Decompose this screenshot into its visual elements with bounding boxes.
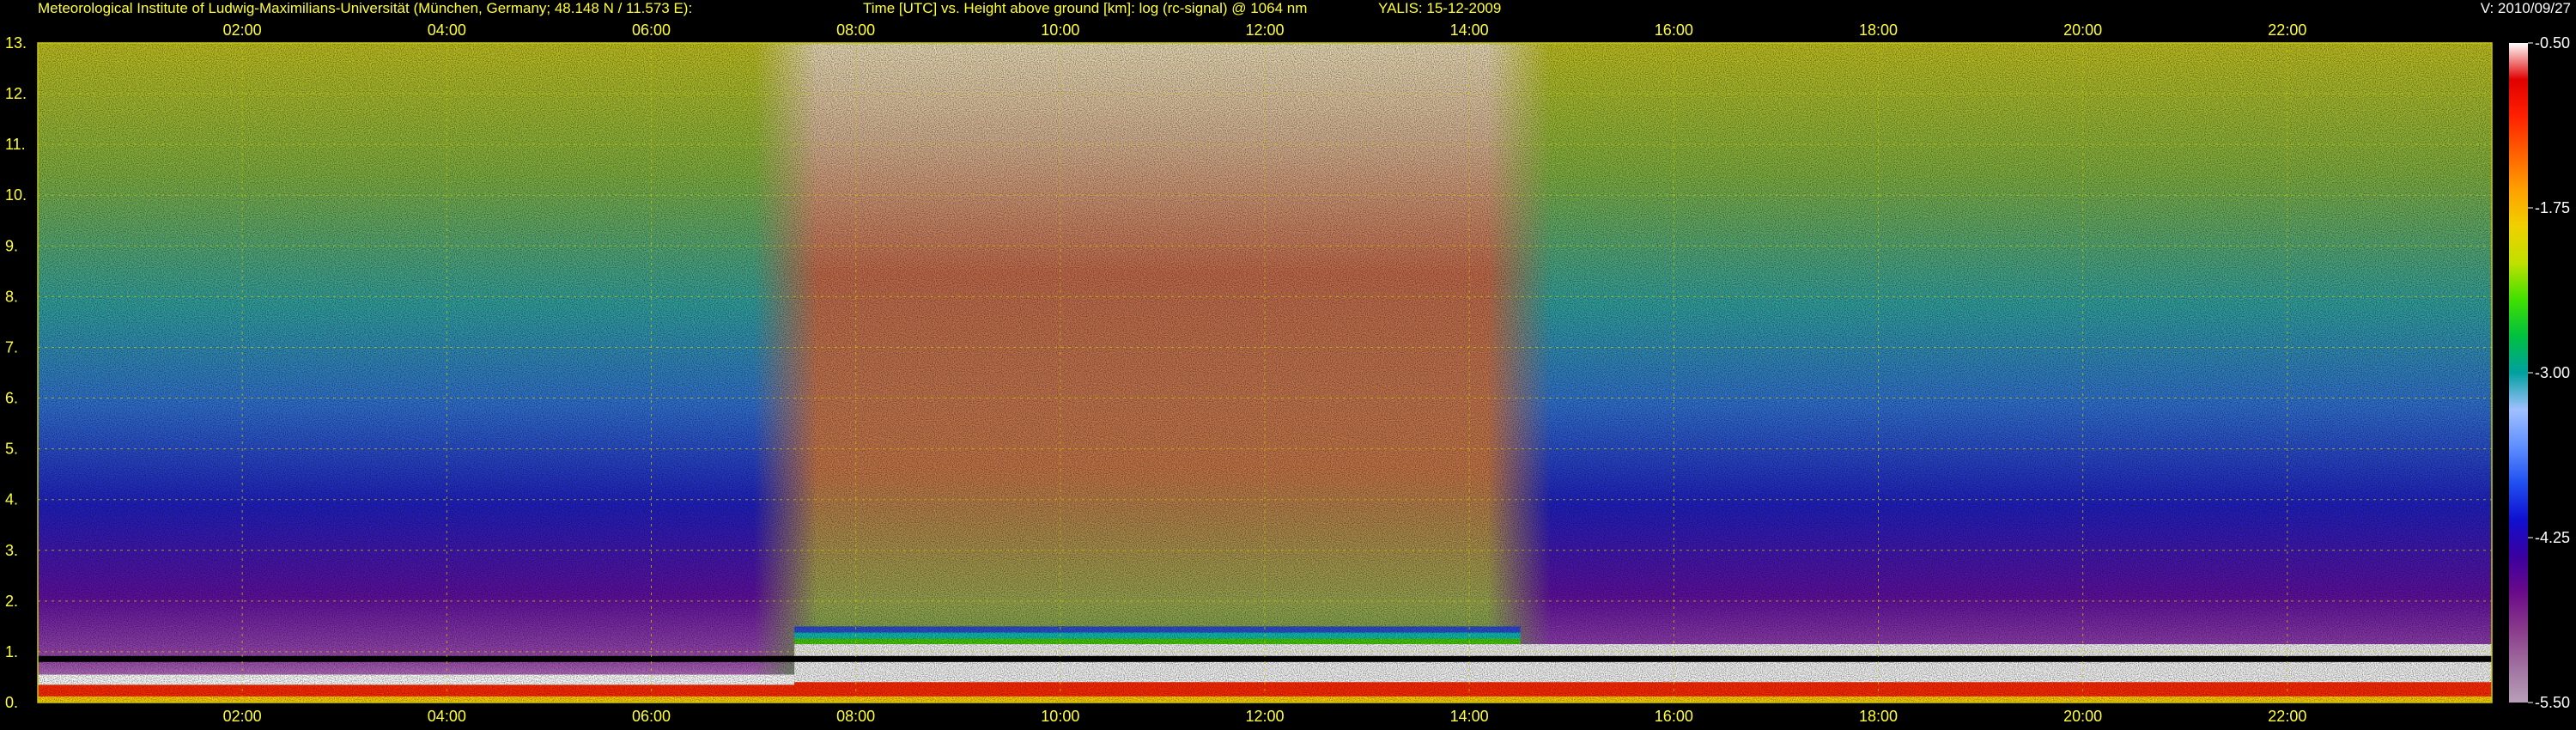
colorbar-tick-label: -3.00 [2535,364,2570,381]
y-tick-label: 12. [5,85,27,102]
y-tick-label: 7. [5,338,18,356]
y-tick-label: 13. [5,34,27,52]
colorbar-scale [2509,43,2528,703]
x-tick-label-bottom: 04:00 [428,708,466,725]
x-axis-bottom: 02:00 04:00 06:00 08:00 10:00 12:00 14:00 16:00… [223,708,2307,725]
institute-label: Meteorological Institute of Ludwig-Maxim… [38,0,693,16]
version-label: V: 2010/09/27 [2480,0,2571,16]
y-tick-label: 4. [5,491,18,508]
colorbar-tick-label: -4.25 [2535,529,2570,546]
x-tick-label-top: 08:00 [836,21,875,39]
x-tick-label-bottom: 20:00 [2063,708,2102,725]
x-tick-label-bottom: 22:00 [2268,708,2306,725]
x-tick-label-bottom: 12:00 [1245,708,1284,725]
instrument-date: YALIS: 15-12-2009 [1378,0,1502,16]
y-tick-label: 0. [5,694,18,711]
x-tick-label-bottom: 02:00 [223,708,262,725]
x-tick-label-bottom: 18:00 [1859,708,1898,725]
x-tick-label-top: 16:00 [1655,21,1693,39]
x-tick-label-bottom: 16:00 [1655,708,1693,725]
y-tick-label: 1. [5,643,18,660]
x-tick-label-bottom: 06:00 [632,708,671,725]
chart-title: Time [UTC] vs. Height above ground [km]:… [863,0,1308,16]
colorbar-tick-label: -5.50 [2535,694,2570,711]
y-tick-label: 6. [5,390,18,407]
colorbar-tick-label: -0.50 [2535,34,2570,52]
y-axis: 0. 1. 2. 3. 4. 5. 6. 7. 8. 9. 10. 11. 12. 13. [5,34,27,711]
y-tick-label: 10. [5,186,27,204]
x-tick-label-top: 12:00 [1245,21,1284,39]
y-tick-label: 3. [5,542,18,559]
x-tick-label-top: 14:00 [1450,21,1489,39]
x-tick-label-bottom: 08:00 [836,708,875,725]
x-tick-label-top: 02:00 [223,21,262,39]
lidar-time-height-plot: 02:00 04:00 06:00 08:00 10:00 12:00 14:00 16:00… [5,21,2570,725]
x-tick-label-top: 18:00 [1859,21,1898,39]
y-tick-label: 9. [5,237,18,254]
x-tick-label-bottom: 14:00 [1450,708,1489,725]
x-tick-label-top: 22:00 [2268,21,2306,39]
y-tick-label: 8. [5,288,18,305]
colorbar-tick-label: -1.75 [2535,199,2570,216]
x-tick-label-top: 10:00 [1041,21,1079,39]
x-tick-label-bottom: 10:00 [1041,708,1079,725]
colorbar: -0.50 -1.75 -3.00 -4.25 -5.50 [2509,34,2570,711]
x-tick-label-top: 20:00 [2063,21,2102,39]
y-tick-label: 2. [5,593,18,610]
y-tick-label: 11. [5,136,26,153]
x-tick-label-top: 06:00 [632,21,671,39]
x-tick-label-top: 04:00 [428,21,466,39]
y-tick-label: 5. [5,441,18,458]
x-axis-top: 02:00 04:00 06:00 08:00 10:00 12:00 14:00 16:00… [223,21,2307,39]
